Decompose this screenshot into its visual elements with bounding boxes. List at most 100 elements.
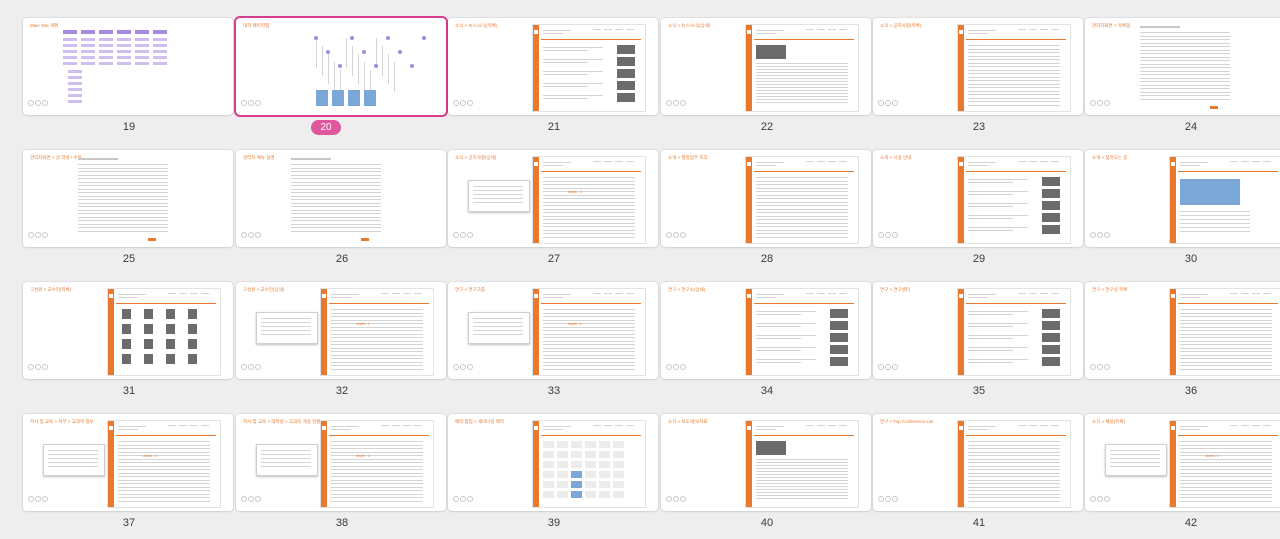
list-row	[543, 368, 635, 370]
list-row	[968, 497, 1060, 498]
node	[153, 62, 167, 65]
slide-thumbnail[interactable]: 소개 > 시설 안내	[873, 150, 1083, 247]
site-sidebar	[746, 421, 752, 507]
slide-thumbnail[interactable]: 소식 > 뉴스/소식(상세)	[661, 18, 871, 115]
site-sidebar	[533, 157, 539, 243]
header-rule	[116, 435, 216, 436]
slide-thumbnail[interactable]: 연구 > Top Conference List	[873, 414, 1083, 511]
address-line	[1180, 223, 1250, 224]
slide-thumbnail[interactable]: 소식 > 공지사항(상세) depth - 1	[448, 150, 658, 247]
admin-row	[291, 199, 381, 200]
control-dot-icon	[248, 100, 254, 106]
slide-thumbnail[interactable]: 소개 > 행정업무 조직	[661, 150, 871, 247]
slide-thumbnail[interactable]: 소식 > 보도/홍보자료	[661, 414, 871, 511]
control-dot-icon	[467, 232, 473, 238]
list-row	[968, 101, 1060, 102]
slide-thumbnail[interactable]: Main Site 개편	[23, 18, 233, 115]
slide-thumbnail[interactable]: 관리자화면 > 글 작성 / 수정	[23, 150, 233, 247]
site-logo	[322, 294, 326, 298]
list-row	[331, 500, 423, 502]
page-number: 29	[972, 253, 986, 265]
list-row	[543, 344, 635, 345]
popup-line	[473, 330, 523, 331]
address-line	[1180, 219, 1250, 220]
admin-row	[291, 188, 381, 190]
body-line	[756, 90, 848, 91]
list-row	[756, 219, 848, 220]
admin-row	[78, 230, 168, 232]
header-text	[1180, 429, 1200, 430]
list-row	[543, 187, 635, 189]
list-row	[968, 490, 1060, 491]
nav-line	[201, 425, 209, 426]
slide-thumbnail[interactable]: 구성원 > 교수진(상세) depth - 1	[236, 282, 446, 379]
header-text	[1180, 426, 1208, 427]
page-number: 37	[122, 517, 136, 529]
slide-thumbnail[interactable]: 연구 > 연구실 목록	[1085, 282, 1280, 379]
item-text	[968, 350, 1013, 351]
slide-thumbnail[interactable]: 예약 팝업 > 세미나실 예약	[448, 414, 658, 511]
header-text	[756, 294, 784, 295]
nav-line	[403, 293, 411, 294]
slide-thumbnail[interactable]: 소식 > 공지사항(목록)	[873, 18, 1083, 115]
portrait	[122, 339, 131, 349]
slide-thumbnail[interactable]: 학사 및 교육 > 대학원 > 교과목 개설 현황 depth - 1	[236, 414, 446, 511]
list-row	[118, 483, 210, 484]
admin-row	[78, 195, 168, 197]
site-logo	[747, 30, 751, 34]
control-dot-icon	[878, 364, 884, 370]
list-row	[543, 354, 635, 356]
header-text	[968, 165, 988, 166]
control-dot-icon	[255, 100, 261, 106]
list-row	[1180, 337, 1272, 338]
slide-thumbnail[interactable]: 관리자화면 > 목록형	[1085, 18, 1280, 115]
map-connector	[328, 54, 329, 84]
list-row	[331, 472, 423, 474]
node	[117, 44, 131, 47]
slide-thumbnail[interactable]: 대학 페이지맵	[236, 18, 446, 115]
slide-thumbnail[interactable]: 구성원 > 교수진(목록)	[23, 282, 233, 379]
list-row	[331, 330, 423, 331]
calendar-cell	[585, 461, 596, 468]
page-number: 24	[1184, 121, 1198, 133]
list-row	[118, 472, 210, 474]
control-dot-icon	[1097, 100, 1103, 106]
calendar-cell	[557, 441, 568, 448]
slide-thumbnail[interactable]: 연구 > 연구소(상세)	[661, 282, 871, 379]
list-row	[1180, 326, 1272, 328]
slide-thumbnail[interactable]: 연구 > 연구센터	[873, 282, 1083, 379]
slide-thumbnail[interactable]: 소식 > 채용(목록) depth - 1	[1085, 414, 1280, 511]
control-dot-icon	[241, 232, 247, 238]
slide-thumbnail[interactable]: 소식 > 뉴스/소식(목록)	[448, 18, 658, 115]
popup-line	[261, 450, 311, 451]
item-title	[968, 311, 1028, 312]
control-dot-icon	[460, 496, 466, 502]
list-row	[331, 340, 423, 342]
nav-line	[168, 293, 176, 294]
list-row	[1180, 340, 1272, 342]
slide-thumbnail[interactable]: 연구 > 연구그룹 depth - 1	[448, 282, 658, 379]
slide-thumbnail[interactable]: 소개 > 찾아오는 길	[1085, 150, 1280, 247]
list-row	[1180, 493, 1272, 495]
slide-grid: Main Site 개편 19 대학 페이지맵 20 소식 > 뉴스/소식(목록) 21 소…	[0, 0, 1280, 539]
map-node	[362, 50, 366, 54]
body-line	[756, 486, 848, 487]
site-logo	[1171, 294, 1175, 298]
slide-thumbnail[interactable]: 관리자 메뉴 설명	[236, 150, 446, 247]
node	[135, 50, 149, 53]
admin-row	[291, 216, 381, 218]
slide-thumbnail[interactable]: 학사 및 교육 > 학부 > 교과목 정보 depth - 1	[23, 414, 233, 511]
admin-row	[1140, 98, 1230, 100]
admin-row	[291, 192, 381, 193]
node	[99, 30, 113, 34]
list-row	[331, 309, 423, 310]
header-text	[968, 297, 988, 298]
control-dot-icon	[255, 364, 261, 370]
header-text	[968, 162, 996, 163]
list-row	[331, 323, 423, 324]
list-row	[968, 97, 1060, 99]
nav-line	[593, 425, 601, 426]
list-row	[331, 368, 423, 370]
calendar-cell	[599, 441, 610, 448]
slide-title: 소식 > 보도/홍보자료	[668, 419, 708, 424]
